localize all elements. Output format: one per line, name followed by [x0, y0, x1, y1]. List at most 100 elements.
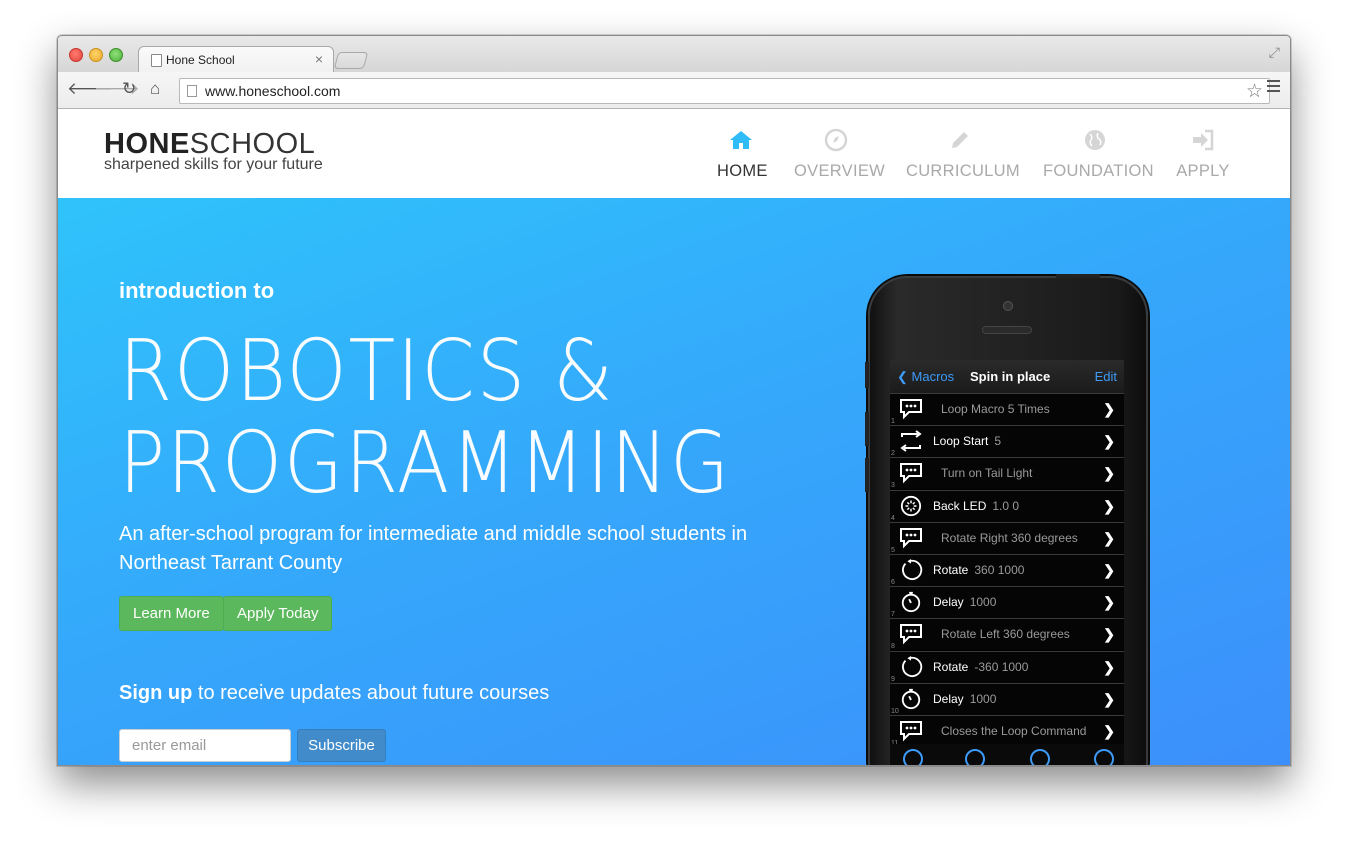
rotate-icon [899, 655, 923, 678]
row-label-text: Rotate [933, 659, 969, 674]
rotate-icon [899, 559, 923, 581]
chevron-right-icon[interactable]: ❯ [1103, 465, 1115, 482]
apply-today-button[interactable]: Apply Today [223, 596, 333, 631]
chevron-right-icon[interactable]: ❯ [1103, 401, 1115, 418]
ios-edit-button[interactable]: Edit [1095, 369, 1117, 384]
macro-row[interactable]: 2 Loop Start 5 ❯ [890, 425, 1124, 458]
chevron-right-icon[interactable]: ❯ [1103, 562, 1115, 579]
reload-icon[interactable]: ↻ [122, 79, 136, 99]
row-label: Delay 1000 [933, 595, 996, 609]
ios-back-label: Macros [911, 369, 955, 384]
stopwatch-icon [899, 591, 921, 613]
home-icon [730, 131, 752, 149]
row-label: Delay 1000 [933, 692, 996, 706]
chevron-right-icon[interactable]: ❯ [1103, 594, 1115, 611]
chevron-right-icon[interactable]: ❯ [1103, 498, 1115, 515]
hero-intro: introduction to [119, 278, 275, 303]
row-label: Loop Start 5 [933, 434, 1001, 448]
row-value: 360 1000 [974, 563, 1025, 577]
nav-home[interactable]: HOME [717, 128, 767, 181]
signup-text: to receive updates about future courses [192, 682, 550, 704]
row-label-text: Closes the Loop Command [941, 724, 1087, 738]
chevron-right-icon[interactable]: ❯ [1103, 659, 1115, 676]
signup-heading: Sign up to receive updates about future … [119, 682, 549, 705]
row-value: 5 [994, 434, 1002, 449]
row-label-text: Delay [933, 595, 964, 610]
compass-icon [824, 128, 848, 152]
led-icon [899, 495, 922, 517]
ios-toolbar [890, 744, 1124, 765]
macro-row[interactable]: 1 Loop Macro 5 Times ❯ [890, 393, 1124, 425]
row-value: -360 1000 [974, 659, 1029, 674]
url-text[interactable]: www.honeschool.com [205, 83, 340, 99]
signup-bold: Sign up [119, 682, 193, 704]
row-label: Rotate 360 1000 [933, 563, 1024, 577]
nav-label-curriculum: CURRICULUM [906, 162, 1020, 180]
row-label: Closes the Loop Command [941, 724, 1086, 738]
macro-row[interactable]: 11Closes the Loop Command❯ [890, 715, 1124, 747]
chevron-right-icon[interactable]: ❯ [1103, 691, 1115, 708]
nav-overview[interactable]: OVERVIEW [794, 128, 885, 181]
row-label-text: Loop Macro 5 Times [941, 402, 1050, 416]
macro-row[interactable]: 5 Rotate Right 360 degrees ❯ [890, 521, 1124, 554]
chevron-right-icon[interactable]: ❯ [1103, 626, 1115, 643]
row-label-text: Delay [933, 691, 964, 706]
play-icon[interactable] [965, 749, 985, 765]
row-label: Rotate Left 360 degrees [941, 627, 1070, 641]
add-icon[interactable] [1094, 749, 1114, 765]
browser-toolbar: 🡐 🡒 ↻ ⌂ www.honeschool.com ☆ [58, 72, 1290, 109]
macro-row[interactable]: 9 Rotate -360 1000 ❯ [890, 650, 1124, 683]
tab-close-icon[interactable]: × [315, 51, 323, 67]
home-icon[interactable]: ⌂ [150, 79, 160, 99]
email-field[interactable]: enter email [119, 729, 291, 762]
page-icon [187, 85, 197, 97]
phone-mute-switch [865, 362, 869, 388]
learn-more-button[interactable]: Learn More [119, 596, 224, 631]
macro-row[interactable]: 8 Rotate Left 360 degrees ❯ [890, 618, 1124, 651]
nav-apply[interactable]: APPLY [1175, 128, 1231, 181]
fullscreen-icon[interactable]: ⤢ [1269, 44, 1280, 61]
nav-label-apply: APPLY [1176, 162, 1230, 180]
upload-icon[interactable] [903, 749, 923, 765]
speech-bubble-icon [899, 527, 922, 549]
row-label-text: Loop Start [933, 434, 989, 449]
row-number: 3 [891, 482, 895, 490]
star-icon[interactable]: ☆ [1246, 80, 1263, 103]
globe-icon [1085, 130, 1105, 150]
hamburger-menu-icon[interactable] [1267, 80, 1280, 95]
chevron-right-icon[interactable]: ❯ [1103, 530, 1115, 547]
macro-row[interactable]: 4 Back LED 1.0 0 ❯ [890, 489, 1124, 522]
page-icon [151, 54, 162, 67]
macro-row[interactable]: 6 Rotate 360 1000 ❯ [890, 554, 1124, 586]
macro-row[interactable]: 7 Delay 1000 ❯ [890, 586, 1124, 619]
window-close-button[interactable] [69, 48, 83, 62]
row-value: 1000 [969, 691, 997, 706]
hero-title-line1: ROBOTICS & [119, 322, 615, 421]
row-label: Back LED 1.0 0 [933, 499, 1019, 513]
row-label: Turn on Tail Light [941, 466, 1032, 480]
subscribe-button[interactable]: Subscribe [297, 729, 386, 762]
row-number: 1 [891, 418, 895, 425]
refresh-icon[interactable] [1030, 749, 1050, 765]
window-maximize-button[interactable] [109, 48, 123, 62]
row-number: 6 [891, 579, 895, 586]
new-tab-button[interactable] [333, 52, 369, 69]
window-minimize-button[interactable] [89, 48, 103, 62]
phone-power-button [1056, 274, 1100, 278]
ios-back-button[interactable]: ❮ Macros [897, 369, 954, 385]
nav-foundation[interactable]: FOUNDATION [1043, 128, 1154, 181]
phone-camera [1003, 301, 1013, 311]
row-label: Rotate Right 360 degrees [941, 531, 1078, 545]
phone-volume-up [865, 412, 869, 446]
macro-row[interactable]: 10 Delay 1000 ❯ [890, 682, 1124, 715]
address-bar[interactable]: www.honeschool.com ☆ [179, 78, 1270, 104]
macro-row[interactable]: 3 Turn on Tail Light ❯ [890, 457, 1124, 490]
chevron-right-icon[interactable]: ❯ [1103, 723, 1115, 740]
row-number: 2 [891, 450, 895, 458]
hero-title-line2: PROGRAMMING [119, 414, 732, 513]
browser-tab[interactable]: Hone School × [138, 46, 334, 73]
ios-title: Spin in place [970, 369, 1051, 384]
chevron-right-icon[interactable]: ❯ [1103, 433, 1115, 450]
nav-curriculum[interactable]: CURRICULUM [906, 128, 1020, 181]
speech-bubble-icon [899, 720, 922, 742]
